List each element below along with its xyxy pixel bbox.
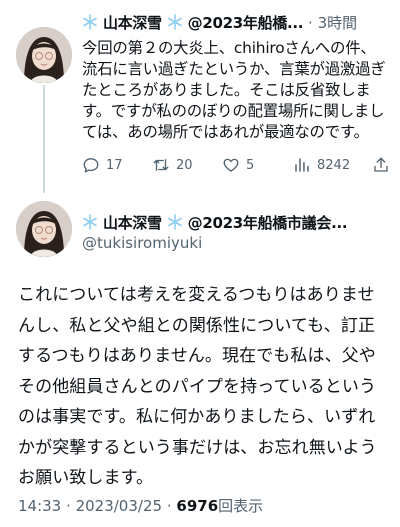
reply-timestamp[interactable]: · 3時間 <box>308 12 357 33</box>
reply-tweet-text: 今回の第２の大炎上、chihiroさんへの件、 流石に言い過ぎたというか、言葉が… <box>82 38 392 143</box>
retweet-button[interactable]: 20 <box>152 156 193 174</box>
meta-separator: · <box>66 497 71 515</box>
like-button[interactable]: 5 <box>222 156 254 174</box>
snowflake-icon <box>83 214 97 230</box>
views-button[interactable]: 8242 <box>293 156 350 174</box>
main-text-line: お願い致します。 <box>18 468 154 488</box>
main-text-line: するつもりはありません。現在でも私は、父や <box>18 346 376 366</box>
snowflake-icon <box>167 14 182 30</box>
reply-text-line: す。ですが私ののぼりの配置場所に関しまし <box>82 102 385 120</box>
reply-icon <box>83 158 99 173</box>
reply-handle-truncated: @2023年船橋... <box>187 14 304 32</box>
views-icon <box>295 158 309 172</box>
main-tweet-time[interactable]: 14:33 <box>18 497 61 515</box>
retweet-icon <box>153 159 169 171</box>
like-icon <box>223 158 239 172</box>
reply-text-line: 今回の第２の大炎上、chihiroさんへの件、 <box>82 39 376 57</box>
snowflake-icon <box>83 14 97 30</box>
share-button[interactable] <box>372 156 390 178</box>
main-text-line: のは事実です。私に何かありましたら、いずれ <box>18 407 376 427</box>
retweet-count: 20 <box>176 157 193 173</box>
reply-text-line: ては、あの場所ではあれが最適なのです。 <box>82 123 369 141</box>
reply-display-name: 山本深雪 <box>102 14 162 32</box>
main-author-name[interactable]: 山本深雪 @2023年船橋市議会... <box>82 212 348 233</box>
main-tweet-date[interactable]: 2023/03/25 <box>76 497 162 515</box>
avatar-main-tweet[interactable] <box>16 201 72 257</box>
reply-text-line: たところがありました。そこは反省致しま <box>82 81 371 99</box>
meta-separator: · <box>166 497 172 515</box>
main-text-line: これについては考えを変えるつもりはありませ <box>18 285 375 305</box>
reply-button[interactable]: 17 <box>82 156 123 174</box>
main-account-label: @2023年船橋市議会... <box>187 214 348 232</box>
reply-author-name[interactable]: 山本深雪 @2023年船橋... <box>82 12 303 33</box>
main-text-line: んし、私と父や組との関係性についても、訂正 <box>18 315 376 336</box>
reply-time-separator: · <box>308 14 313 32</box>
views-count: 8242 <box>317 157 351 173</box>
reply-text-line: 流石に言い過ぎたというか、言葉が過激過ぎ <box>82 60 386 78</box>
share-icon <box>374 157 388 172</box>
reply-time-text: 3時間 <box>317 14 358 32</box>
main-handle[interactable]: @tukisiromiyuki <box>82 234 202 252</box>
main-tweet-views-count: 6976 <box>176 497 219 515</box>
main-text-line: その他組員さんとのパイプを持っているという <box>18 376 377 397</box>
like-count: 5 <box>246 157 255 173</box>
main-tweet-views-label: 回表示 <box>218 497 264 515</box>
avatar-reply-tweet[interactable] <box>16 27 72 83</box>
main-tweet-text: これについては考えを変えるつもりはありませ んし、私と父や組との関係性についても… <box>18 280 390 494</box>
main-tweet-meta: 14:33 · 2023/03/25 · 6976回表示 <box>18 495 263 516</box>
main-display-name: 山本深雪 <box>102 214 162 232</box>
thread-connector-line <box>43 85 45 193</box>
snowflake-icon <box>167 214 182 230</box>
screen: 山本深雪 @2023年船橋... · 3時間 今回の第２の大炎上、chihiro… <box>0 0 400 527</box>
main-text-line: かが突撃するという事だけは、お忘れ無いよう <box>18 437 377 458</box>
reply-count: 17 <box>106 157 123 173</box>
